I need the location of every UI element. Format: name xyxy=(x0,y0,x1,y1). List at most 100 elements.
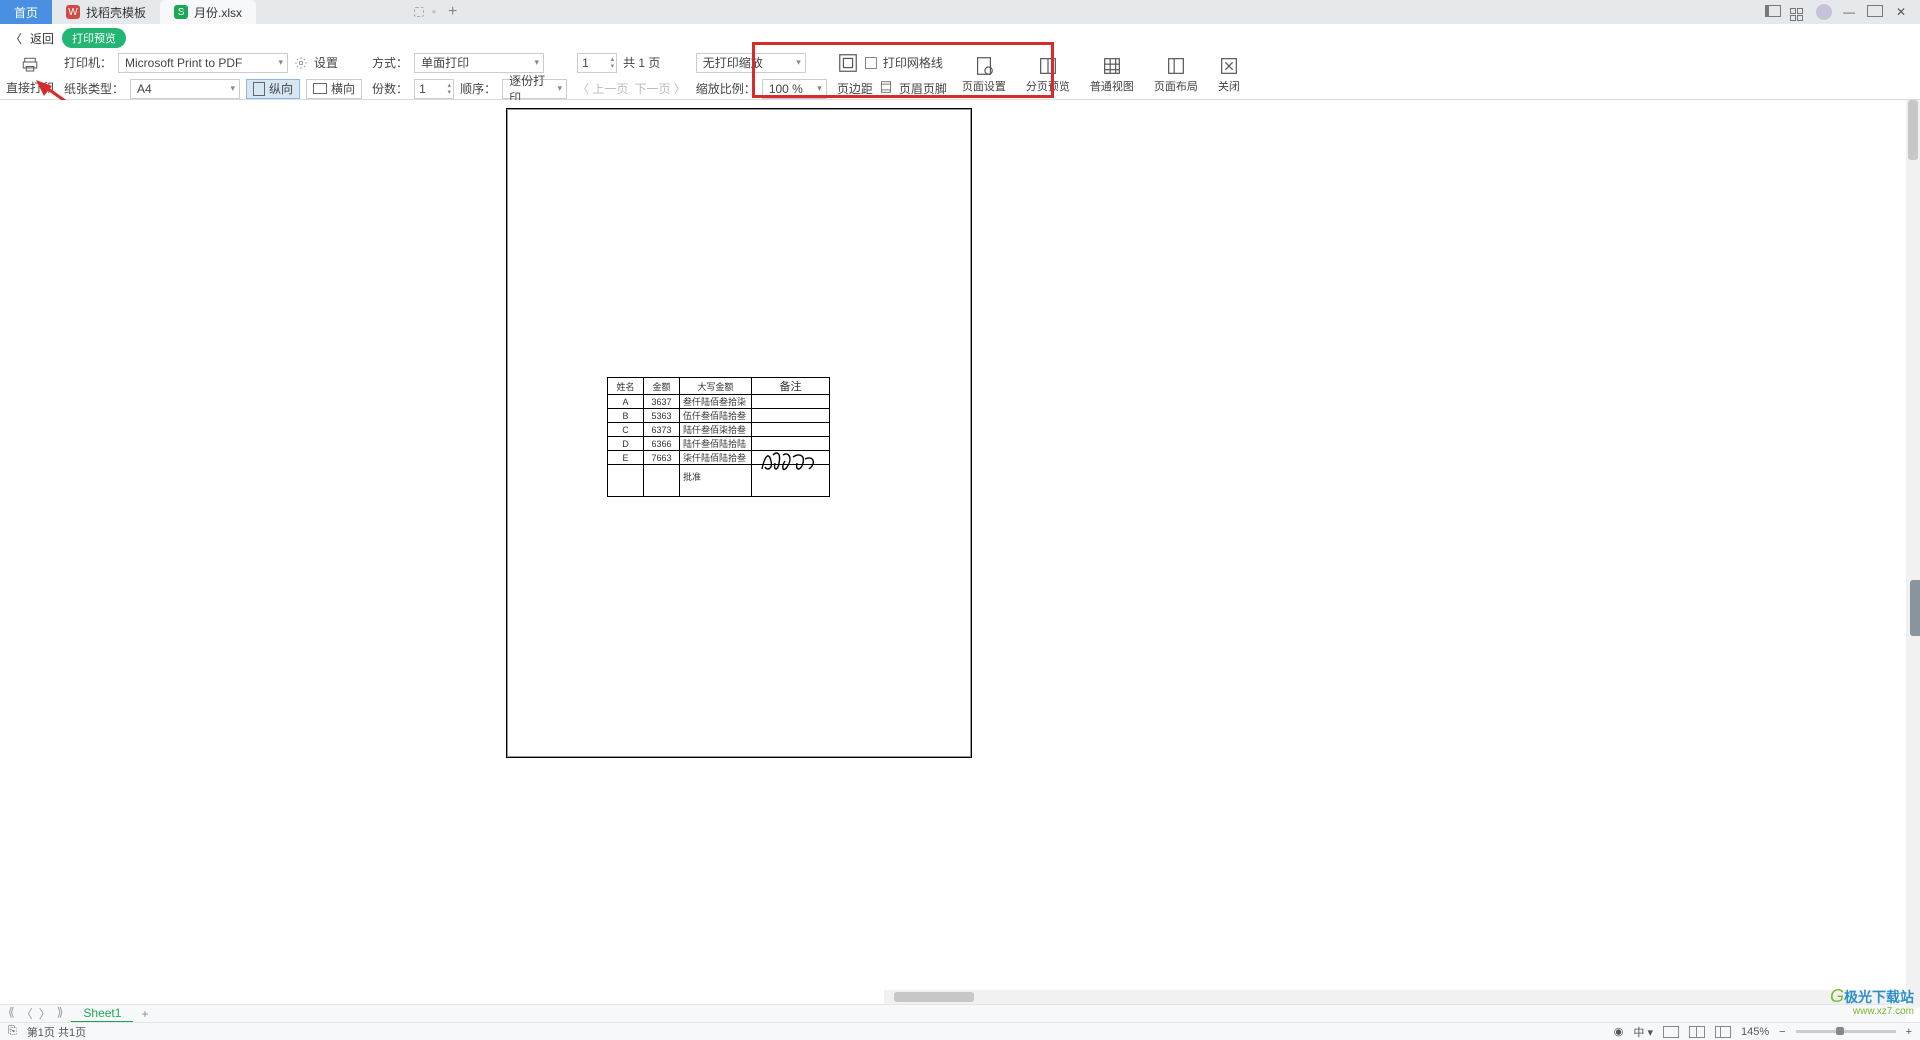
signature-image xyxy=(759,449,819,475)
copies-input[interactable]: 1 xyxy=(414,79,454,99)
view-layout-icon[interactable] xyxy=(1715,1026,1731,1038)
gridlines-label: 打印网格线 xyxy=(883,54,943,71)
breadcrumb-bar: 〈 返回 打印预览 xyxy=(0,24,1920,52)
paper-label: 纸张类型： xyxy=(64,80,124,97)
page-input[interactable]: 1 xyxy=(577,53,617,73)
title-bar: 首页 W 找稻壳模板 S 月份.xlsx • + — ✕ xyxy=(0,0,1920,24)
sheet-last-icon[interactable]: ⟫ xyxy=(55,1005,66,1022)
table-row: C6373陆仟叁佰柒拾叁 xyxy=(608,423,830,437)
tab-indicator-icon xyxy=(414,7,424,17)
printer-icon xyxy=(19,56,41,77)
sheet-next-icon[interactable]: 〉 xyxy=(37,1005,53,1022)
table-row: B5363伍仟叁佰陆拾叁 xyxy=(608,409,830,423)
window-controls: — ✕ xyxy=(1764,3,1920,21)
mode-select[interactable]: 单面打印 xyxy=(414,53,544,73)
normal-view-icon xyxy=(1101,57,1123,75)
portrait-icon xyxy=(253,82,265,96)
tab-templates[interactable]: W 找稻壳模板 xyxy=(52,0,160,24)
page-layout-button[interactable]: 页面布局 xyxy=(1149,57,1203,94)
settings-icon[interactable] xyxy=(294,56,308,70)
print-toolbar: 直接打印 打印机： Microsoft Print to PDF 设置 纸张类型… xyxy=(0,52,1920,100)
page-break-preview-button[interactable]: 分页预览 xyxy=(1021,57,1075,94)
side-panel-handle[interactable] xyxy=(1910,580,1920,636)
minimize-button[interactable]: — xyxy=(1840,5,1858,19)
vertical-scrollbar[interactable] xyxy=(1906,100,1920,1008)
zoom-slider[interactable] xyxy=(1796,1030,1896,1033)
view-normal-icon[interactable] xyxy=(1663,1026,1679,1038)
view-pagebreak-icon[interactable] xyxy=(1689,1026,1705,1038)
margins-icon xyxy=(837,54,859,72)
zoom-value[interactable]: 145% xyxy=(1741,1026,1769,1038)
close-icon xyxy=(1218,57,1240,75)
new-tab-button[interactable]: + xyxy=(436,3,469,21)
app-grid-icon[interactable] xyxy=(1790,3,1808,21)
layout-switch-icon[interactable] xyxy=(1764,5,1782,20)
direct-print-label: 直接打印 xyxy=(6,79,54,96)
th-cn-amount: 大写金额 xyxy=(680,378,752,395)
sheet-first-icon[interactable]: ⟪ xyxy=(6,1005,17,1022)
copies-label: 份数： xyxy=(372,80,408,97)
landscape-icon xyxy=(313,83,327,94)
scale-label: 缩放比例： xyxy=(696,80,756,97)
table-row: A3637叁仟陆佰叁拾柒 xyxy=(608,395,830,409)
printer-group: 打印机： Microsoft Print to PDF 设置 纸张类型： A4 … xyxy=(64,52,362,100)
header-footer-icon xyxy=(879,80,893,97)
status-eye-icon[interactable]: ◉ xyxy=(1614,1025,1624,1038)
paper-select[interactable]: A4 xyxy=(130,79,240,99)
zoom-out-button[interactable]: − xyxy=(1779,1026,1785,1038)
hf-group: 打印网格线 页边距 页眉页脚 xyxy=(837,52,947,100)
scale-mode-select[interactable]: 无打印缩放 xyxy=(696,53,806,73)
zoom-knob[interactable] xyxy=(1836,1027,1844,1035)
user-avatar-icon[interactable] xyxy=(1816,4,1832,20)
tab-templates-label: 找稻壳模板 xyxy=(86,4,146,21)
printer-select[interactable]: Microsoft Print to PDF xyxy=(118,53,288,73)
prev-page-button[interactable]: 〈 上一页 xyxy=(577,80,628,97)
scale-value-select[interactable]: 100 % xyxy=(762,79,827,99)
preview-canvas: 姓名 金额 大写金额 备注 A3637叁仟陆佰叁拾柒 B5363伍仟叁佰陆拾叁 … xyxy=(0,100,1906,1008)
sheet-prev-icon[interactable]: 〈 xyxy=(19,1005,35,1022)
status-options-icon[interactable]: ⎘ xyxy=(8,1025,17,1038)
page-setup-button[interactable]: 页面设置 xyxy=(957,57,1011,94)
maximize-button[interactable] xyxy=(1866,5,1884,20)
close-preview-button[interactable]: 关闭 xyxy=(1213,57,1245,94)
status-lang-icon[interactable]: 中 ▾ xyxy=(1633,1024,1653,1040)
margins-button[interactable] xyxy=(837,54,859,72)
back-label[interactable]: 返回 xyxy=(30,30,54,47)
gridlines-checkbox[interactable] xyxy=(865,57,877,69)
orientation-landscape[interactable]: 横向 xyxy=(306,79,362,99)
sheet-nav: ⟪ 〈 〉 ⟫ xyxy=(0,1005,71,1022)
settings-label[interactable]: 设置 xyxy=(314,54,338,71)
sheet-tab-bar: ⟪ 〈 〉 ⟫ Sheet1 + xyxy=(0,1004,1906,1022)
tab-extra: • xyxy=(256,0,436,24)
normal-view-button[interactable]: 普通视图 xyxy=(1085,57,1139,94)
printer-label: 打印机： xyxy=(64,54,112,71)
horizontal-scrollbar[interactable] xyxy=(884,990,1892,1004)
add-sheet-button[interactable]: + xyxy=(133,1007,156,1021)
page-break-icon xyxy=(1037,57,1059,75)
tab-file-label: 月份.xlsx xyxy=(194,4,242,21)
header-footer-button[interactable]: 页眉页脚 xyxy=(899,80,947,97)
scroll-thumb[interactable] xyxy=(1908,100,1918,160)
page-preview: 姓名 金额 大写金额 备注 A3637叁仟陆佰叁拾柒 B5363伍仟叁佰陆拾叁 … xyxy=(506,108,972,758)
tab-file[interactable]: S 月份.xlsx xyxy=(160,0,256,24)
template-icon: W xyxy=(66,5,80,19)
orientation-portrait[interactable]: 纵向 xyxy=(246,79,300,99)
th-name: 姓名 xyxy=(608,378,644,395)
page-total: 共 1 页 xyxy=(623,54,660,71)
back-chevron-icon[interactable]: 〈 xyxy=(10,30,22,47)
hscroll-thumb[interactable] xyxy=(894,992,974,1002)
close-window-button[interactable]: ✕ xyxy=(1892,5,1910,19)
sheet-tab-sheet1[interactable]: Sheet1 xyxy=(71,1005,133,1023)
page-setup-icon xyxy=(973,57,995,75)
direct-print-button[interactable]: 直接打印 xyxy=(6,56,54,96)
status-page: 第1页 共1页 xyxy=(27,1024,86,1040)
zoom-in-button[interactable]: + xyxy=(1906,1026,1912,1038)
next-page-button[interactable]: 下一页 〉 xyxy=(634,80,685,97)
table-header-row: 姓名 金额 大写金额 备注 xyxy=(608,378,830,395)
tab-home[interactable]: 首页 xyxy=(0,0,52,24)
spreadsheet-icon: S xyxy=(174,5,188,19)
margins-label[interactable]: 页边距 xyxy=(837,80,873,97)
status-bar: ⎘ 第1页 共1页 ◉ 中 ▾ 145% − + xyxy=(0,1022,1920,1040)
order-select[interactable]: 逐份打印 xyxy=(502,79,567,99)
page-layout-icon xyxy=(1165,57,1187,75)
